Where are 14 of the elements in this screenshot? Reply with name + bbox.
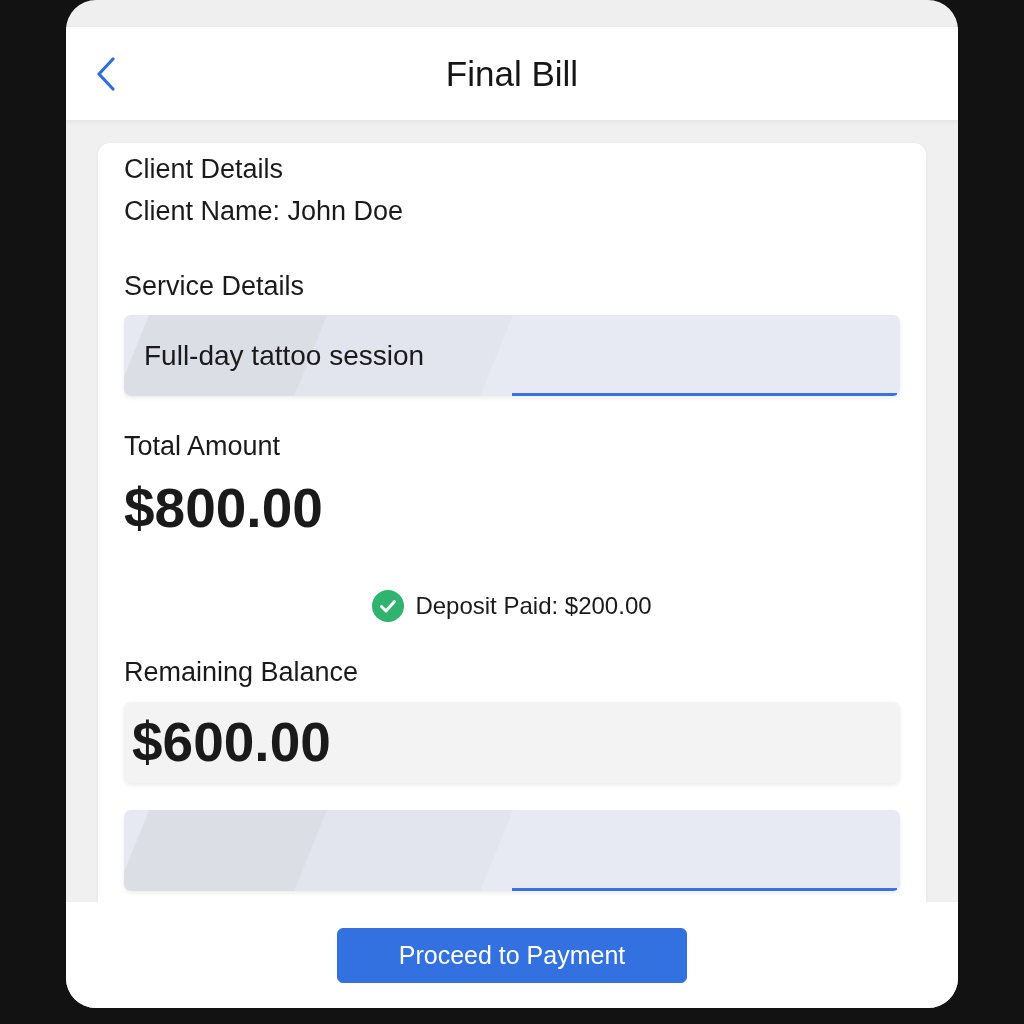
client-name-text: Client Name: John Doe — [124, 195, 405, 227]
input-field[interactable] — [124, 810, 900, 891]
section-heading: Remaining Balance — [124, 656, 360, 688]
check-circle-icon — [372, 590, 405, 622]
back-icon[interactable] — [96, 56, 116, 91]
deposit-status-text: Deposit Paid: $200.00 — [415, 591, 652, 621]
input-field[interactable]: Full-day tattoo session — [124, 315, 900, 396]
screen-title: Final Bill — [445, 52, 579, 95]
proceed-to-payment-button[interactable]: Proceed to Payment — [337, 928, 687, 983]
total-amount: $800.00 — [124, 476, 324, 540]
section-heading: Service Details — [124, 270, 306, 302]
balance-amount: $600.00 — [124, 702, 900, 783]
section-heading: Client Details — [124, 153, 285, 185]
section-heading: Total Amount — [124, 430, 282, 462]
